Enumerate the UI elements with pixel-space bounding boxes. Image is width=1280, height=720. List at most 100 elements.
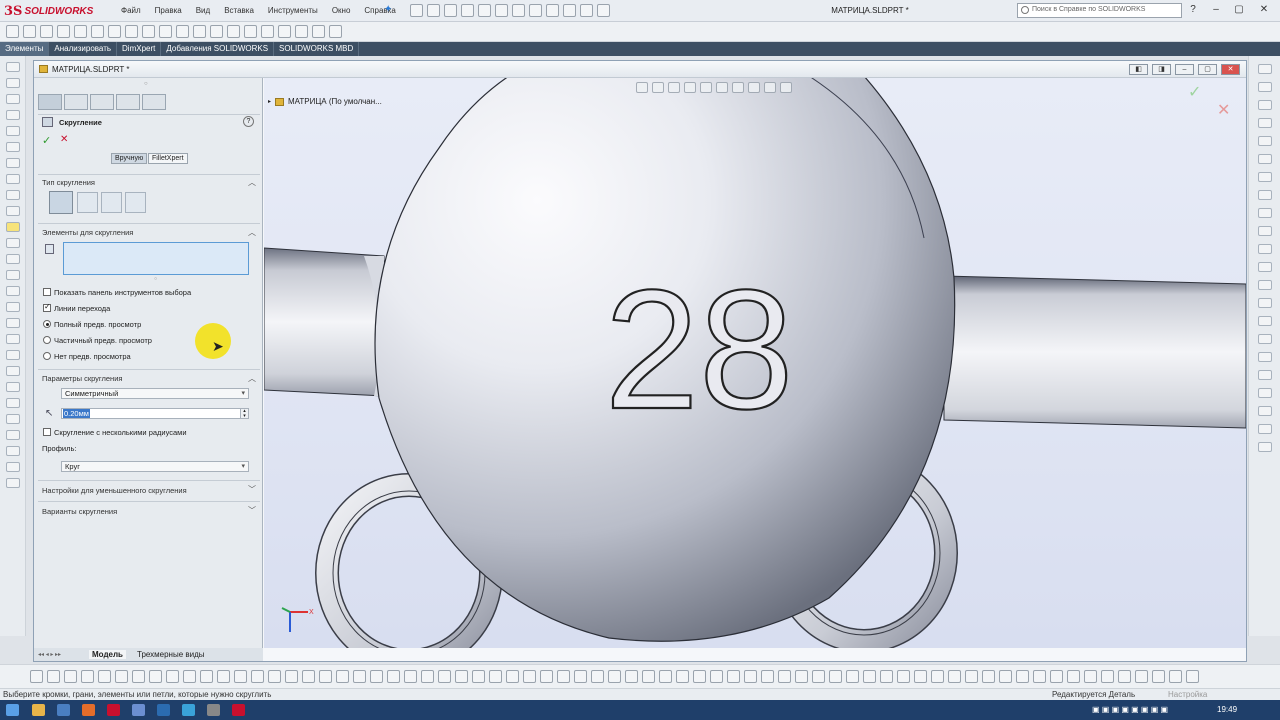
hole-icon[interactable] (91, 25, 104, 38)
search-pane-icon[interactable] (1258, 208, 1272, 218)
costing-icon[interactable] (1258, 280, 1272, 290)
help-search-input[interactable]: Поиск в Справке по SOLIDWORKS (1017, 3, 1182, 18)
tool-56-icon[interactable] (965, 670, 978, 683)
show-selection-toolbar-checkbox[interactable] (43, 288, 51, 296)
tool-69-icon[interactable] (1186, 670, 1199, 683)
tab-mbd[interactable]: SOLIDWORKS MBD (274, 42, 360, 56)
tool-26-icon[interactable] (455, 670, 468, 683)
variable-size-fillet-icon[interactable] (77, 192, 98, 213)
tool-25-icon[interactable] (438, 670, 451, 683)
offset-tool-icon[interactable] (6, 222, 20, 232)
radius-input[interactable]: 0.20мм (61, 408, 241, 419)
list-resize-grip-icon[interactable]: ○ (154, 276, 157, 282)
tool-7-icon[interactable] (132, 670, 145, 683)
custom-props-icon[interactable] (1258, 154, 1272, 164)
tab-dimxpert[interactable]: DimXpert (117, 42, 162, 56)
appearances-icon[interactable] (1258, 136, 1272, 146)
tool-28-icon[interactable] (489, 670, 502, 683)
toolbox-icon[interactable] (1258, 190, 1272, 200)
explorer-taskbar-icon[interactable] (32, 704, 45, 716)
apply-scene-icon[interactable] (764, 82, 776, 93)
expand-arrow-icon[interactable]: ▸ (268, 98, 271, 105)
tool-3-icon[interactable] (64, 670, 77, 683)
tool-16-icon[interactable] (285, 670, 298, 683)
axis-icon[interactable] (295, 25, 308, 38)
confirm-corner-check-icon[interactable]: ✓ (1188, 82, 1201, 102)
centerline-icon[interactable] (6, 382, 20, 392)
pdm-icon[interactable] (1258, 442, 1272, 452)
start-button-icon[interactable] (6, 704, 19, 716)
extrude-icon[interactable] (6, 25, 19, 38)
expand-chevron-icon[interactable]: ﹀ (248, 484, 256, 495)
menu-edit[interactable]: Правка (148, 6, 189, 15)
dimxpert-manager-tab-icon[interactable] (116, 94, 140, 110)
doc-maximize-button[interactable]: ▢ (1198, 64, 1217, 75)
menu-file[interactable]: Файл (114, 6, 148, 15)
options-gear-icon[interactable] (580, 4, 593, 17)
menu-window[interactable]: Окно (325, 6, 358, 15)
flyout-feature-tree[interactable]: ▸ МАТРИЦА (По умолчан... (268, 97, 382, 106)
scenes-icon[interactable] (1258, 244, 1272, 254)
tool-57-icon[interactable] (982, 670, 995, 683)
tool-2-icon[interactable] (47, 670, 60, 683)
tool-38-icon[interactable] (659, 670, 672, 683)
zoom-to-fit-icon[interactable] (636, 82, 648, 93)
draft-icon[interactable] (193, 25, 206, 38)
maximize-button[interactable]: ▢ (1229, 4, 1249, 15)
feature-manager-tab-icon[interactable] (38, 94, 62, 110)
tool-14-icon[interactable] (251, 670, 264, 683)
face-fillet-icon[interactable] (101, 192, 122, 213)
doc-close-button[interactable]: ✕ (1221, 64, 1240, 75)
undo-icon[interactable] (495, 4, 508, 17)
section-items-to-fillet[interactable]: Элементы для скругления (42, 228, 133, 237)
profile-select[interactable]: Круг ▾ (61, 461, 249, 472)
redo-icon[interactable] (512, 4, 525, 17)
tab-addins[interactable]: Добавления SOLIDWORKS (161, 42, 275, 56)
tool-18-icon[interactable] (319, 670, 332, 683)
tile-left-button[interactable]: ◧ (1129, 64, 1148, 75)
tool-23-icon[interactable] (404, 670, 417, 683)
tool-52-icon[interactable] (897, 670, 910, 683)
quick-snaps-icon[interactable] (6, 462, 20, 472)
text-tool-icon[interactable] (6, 190, 20, 200)
routing-icon[interactable] (1258, 316, 1272, 326)
panel-icon[interactable] (597, 4, 610, 17)
tool-47-icon[interactable] (812, 670, 825, 683)
photoview-icon[interactable] (1258, 352, 1272, 362)
solidworks-taskbar-icon[interactable] (107, 704, 120, 716)
tool-5-icon[interactable] (98, 670, 111, 683)
polygon-tool-icon[interactable] (6, 142, 20, 152)
ok-check-icon[interactable]: ✓ (42, 134, 51, 147)
menu-insert[interactable]: Вставка (217, 6, 261, 15)
dimension-tool-icon[interactable] (6, 286, 20, 296)
rectangle-tool-icon[interactable] (6, 94, 20, 104)
inspection-icon[interactable] (1258, 424, 1272, 434)
solidworks-logo[interactable]: 3S SOLIDWORKS (4, 3, 93, 19)
previous-view-icon[interactable] (668, 82, 680, 93)
tool-39-icon[interactable] (676, 670, 689, 683)
tool-36-icon[interactable] (625, 670, 638, 683)
tool-31-icon[interactable] (540, 670, 553, 683)
tool-50-icon[interactable] (863, 670, 876, 683)
select-icon[interactable] (529, 4, 542, 17)
filletxpert-mode-button[interactable]: FilletXpert (148, 153, 188, 164)
tool-13-icon[interactable] (234, 670, 247, 683)
tool-63-icon[interactable] (1084, 670, 1097, 683)
save-icon[interactable] (461, 4, 474, 17)
app-taskbar-icon-5[interactable] (207, 704, 220, 716)
tool-11-icon[interactable] (200, 670, 213, 683)
circle-tool-icon[interactable] (6, 110, 20, 120)
zoom-to-area-icon[interactable] (652, 82, 664, 93)
tool-48-icon[interactable] (829, 670, 842, 683)
section-view-icon[interactable] (684, 82, 696, 93)
mirror-icon[interactable] (159, 25, 172, 38)
hide-show-items-icon[interactable] (732, 82, 744, 93)
collapse-chevron-icon[interactable]: ︿ (248, 227, 256, 238)
taskbar-clock[interactable]: 19:49 (1217, 705, 1237, 714)
spline-tool-icon[interactable] (6, 158, 20, 168)
section-setback[interactable]: Настройки для уменьшенного скругления (42, 486, 187, 495)
pin-icon[interactable]: ✦ (384, 4, 392, 15)
trim-tool-icon[interactable] (6, 206, 20, 216)
mirror-tool-icon[interactable] (6, 238, 20, 248)
configuration-manager-tab-icon[interactable] (90, 94, 114, 110)
